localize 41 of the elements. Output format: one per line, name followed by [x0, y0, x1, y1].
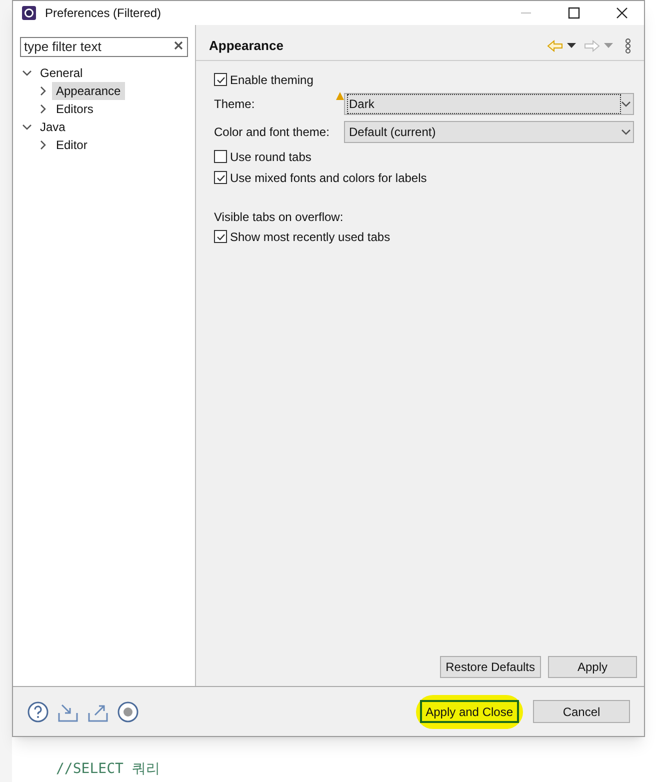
filter-field[interactable]: type filter text — [20, 36, 188, 56]
dialog-button[interactable]: Cancel — [533, 700, 630, 723]
more-icon[interactable] — [625, 38, 631, 54]
dropdown[interactable]: Default (current) — [344, 121, 634, 143]
page-title: Appearance — [209, 36, 284, 55]
window-title: Preferences (Filtered) — [45, 5, 162, 22]
tree-item[interactable]: Appearance — [52, 82, 125, 100]
collapsed-chevron-icon[interactable] — [38, 86, 48, 96]
expanded-chevron-icon[interactable] — [22, 68, 32, 78]
checkbox[interactable] — [214, 171, 227, 184]
dialog-button[interactable]: Apply and Close — [420, 700, 519, 723]
tree-item[interactable]: Editor — [52, 136, 92, 154]
dialog-button[interactable]: Restore Defaults — [440, 656, 541, 678]
maximize-icon[interactable] — [568, 7, 580, 19]
checkbox-label: Enable theming — [230, 72, 314, 88]
dropdown-chevron-icon[interactable] — [621, 127, 631, 137]
checkbox[interactable] — [214, 73, 227, 86]
dialog-button[interactable]: Apply — [548, 656, 637, 678]
expanded-chevron-icon[interactable] — [22, 122, 32, 132]
tree-item[interactable]: Java — [36, 118, 70, 136]
clear-icon[interactable] — [174, 41, 183, 50]
tree-item[interactable]: Editors — [52, 100, 98, 118]
dropdown[interactable]: Dark — [344, 93, 634, 115]
dropdown-caret-icon[interactable] — [567, 42, 576, 48]
checkbox-label: Show most recently used tabs — [230, 228, 390, 246]
dropdown-chevron-icon[interactable] — [621, 99, 631, 109]
checkbox[interactable] — [214, 230, 227, 243]
code-comment: //SELECT 쿼리 — [56, 760, 160, 779]
collapsed-chevron-icon[interactable] — [38, 104, 48, 114]
checkbox-label: Use mixed fonts and colors for labels — [230, 170, 427, 186]
field-label: Color and font theme: — [214, 124, 330, 141]
record-icon[interactable] — [117, 700, 139, 722]
collapsed-chevron-icon[interactable] — [38, 140, 48, 150]
help-icon[interactable] — [27, 700, 49, 722]
tree-item[interactable]: General — [36, 64, 87, 82]
section-label: Visible tabs on overflow: — [214, 209, 344, 226]
checkbox-label: Use round tabs — [230, 148, 312, 166]
app-icon — [21, 5, 37, 21]
field-label: Theme: — [214, 96, 256, 113]
close-icon[interactable] — [616, 7, 628, 19]
checkbox[interactable] — [214, 150, 227, 163]
